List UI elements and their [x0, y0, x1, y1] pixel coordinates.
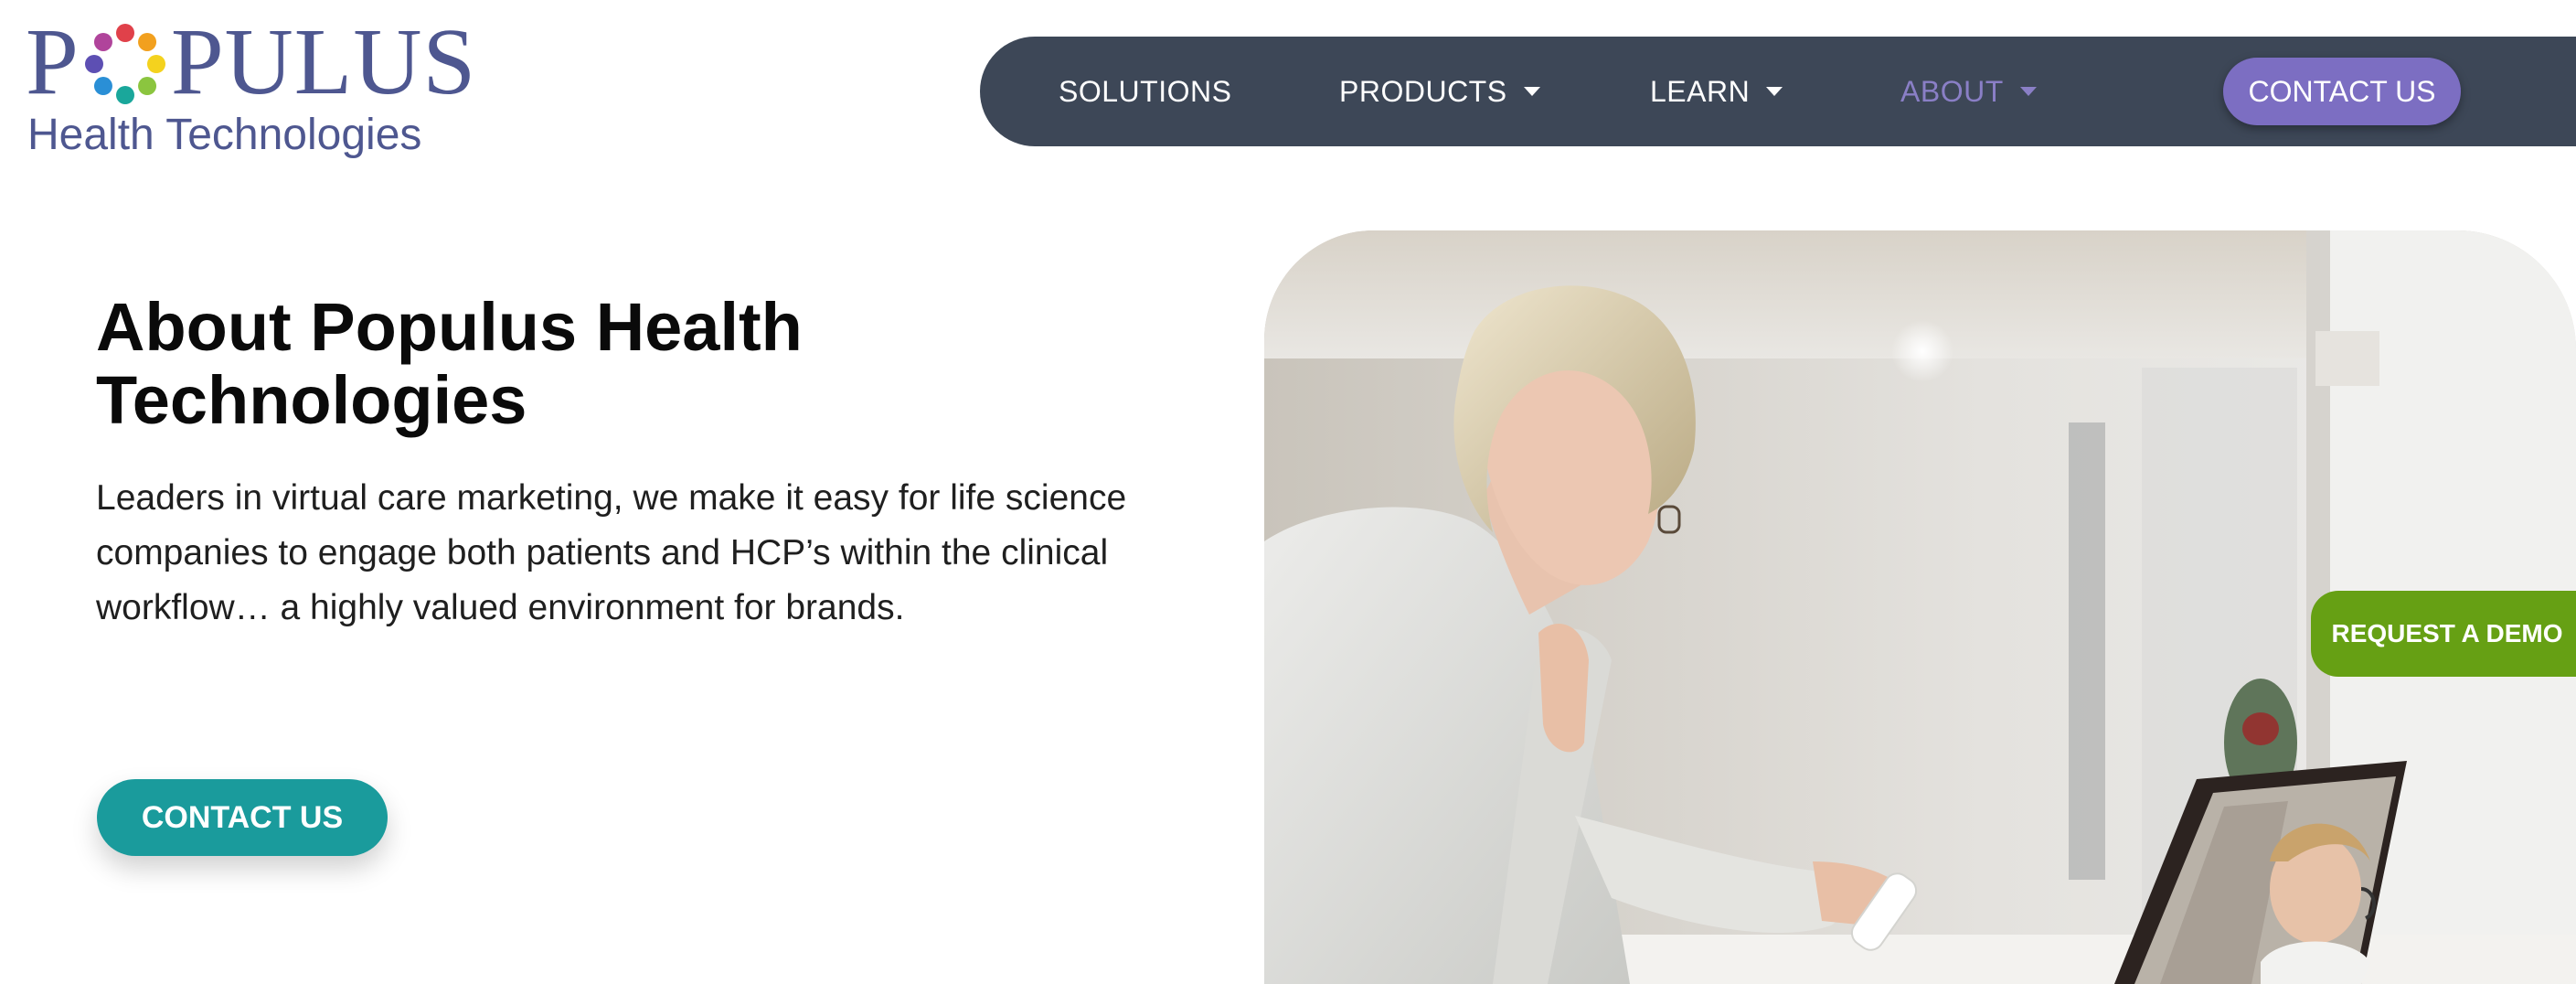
logo-dot — [115, 86, 134, 104]
nav-item-label: LEARN — [1650, 74, 1751, 108]
chevron-down-icon — [1523, 87, 1540, 96]
logo-subtitle: Health Technologies — [27, 111, 422, 159]
logo-letter-p: P — [26, 9, 80, 114]
logo-dot — [93, 32, 112, 51]
nav-item-label: ABOUT — [1900, 74, 2004, 108]
logo-dot — [93, 77, 112, 96]
brand-logo[interactable]: P PULUS Health Technologies — [26, 15, 475, 161]
logo-dot — [115, 24, 134, 42]
request-demo-tab[interactable]: REQUEST A DEMO — [2311, 591, 2576, 677]
logo-dot — [146, 55, 165, 73]
logo-dots-ring-icon — [84, 24, 165, 104]
chevron-down-icon — [2019, 87, 2037, 96]
main-navigation: SOLUTIONS PRODUCTS LEARN ABOUT CONTACT U… — [980, 37, 2576, 146]
nav-item-solutions[interactable]: SOLUTIONS — [1059, 37, 1231, 146]
hero-contact-button[interactable]: CONTACT US — [97, 779, 388, 856]
nav-item-about[interactable]: ABOUT — [1900, 37, 2037, 146]
logo-wordmark: P PULUS — [26, 15, 476, 110]
hero-description: Leaders in virtual care marketing, we ma… — [96, 478, 1127, 627]
logo-dot — [137, 77, 156, 96]
logo-dot — [137, 32, 156, 51]
nav-contact-button[interactable]: CONTACT US — [2223, 58, 2461, 125]
logo-dot — [84, 55, 103, 73]
logo-letters-rest: PULUS — [170, 9, 477, 114]
nav-item-label: PRODUCTS — [1339, 74, 1507, 108]
chevron-down-icon — [1766, 87, 1783, 96]
nav-item-products[interactable]: PRODUCTS — [1339, 37, 1540, 146]
nav-item-label: SOLUTIONS — [1059, 74, 1232, 108]
page-title: About Populus Health Technologies — [96, 289, 803, 438]
nav-item-learn[interactable]: LEARN — [1650, 37, 1783, 146]
